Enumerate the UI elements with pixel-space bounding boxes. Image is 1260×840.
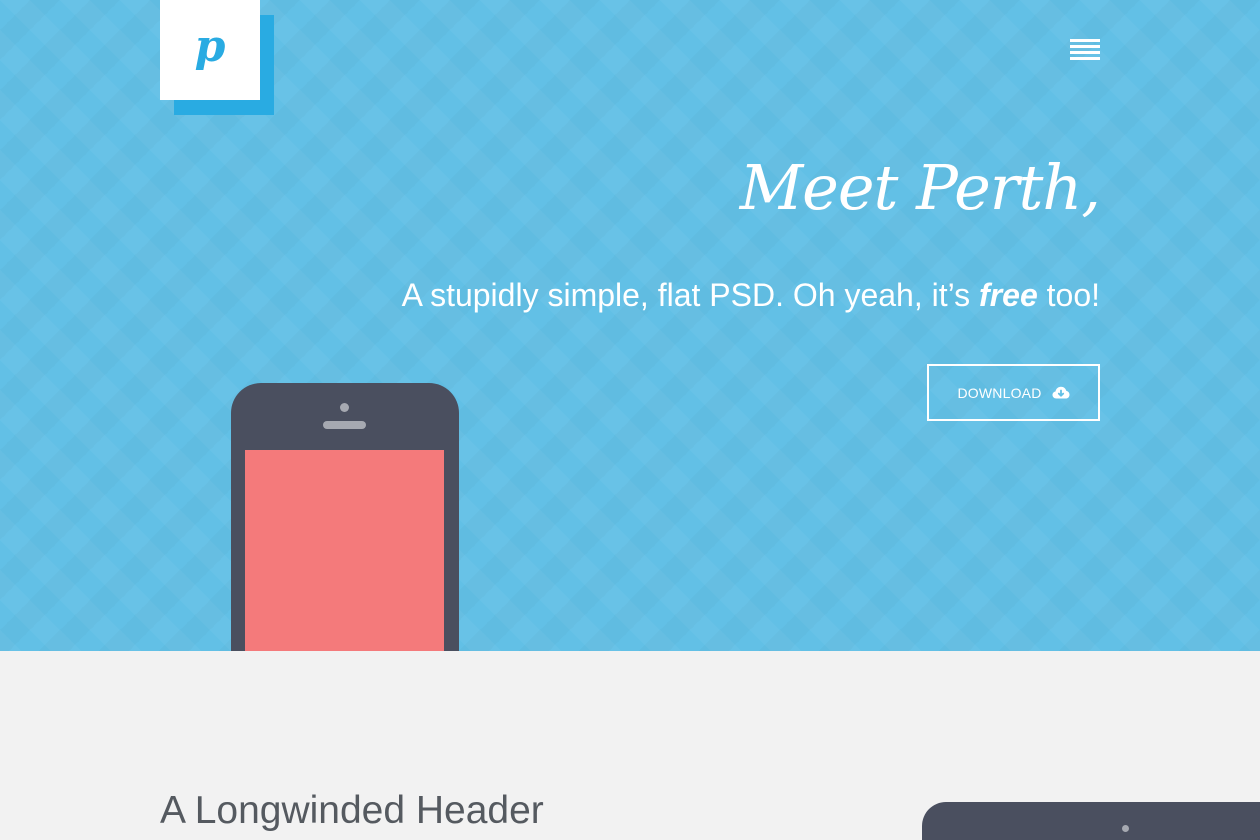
cloud-download-icon [1052,386,1070,400]
logo-letter: p [194,21,226,72]
hero-section: p Meet Perth, A stupidly simple, flat PS… [0,0,1260,651]
logo-tile: p [160,0,260,100]
phone-screen [245,450,444,651]
hamburger-menu-icon[interactable] [1068,38,1102,64]
hero-subtitle-end: too! [1037,277,1100,313]
phone-illustration [231,383,459,651]
download-button[interactable]: DOWNLOAD [927,364,1100,421]
hero-subtitle-text: A stupidly simple, flat PSD. Oh yeah, it… [401,277,980,313]
phone-speaker [323,421,366,429]
device-camera [1122,825,1129,832]
landing-page: p Meet Perth, A stupidly simple, flat PS… [0,0,1260,840]
download-button-label: DOWNLOAD [957,384,1042,401]
site-logo[interactable]: p [160,0,274,115]
device-illustration [922,802,1260,840]
hero-subtitle: A stupidly simple, flat PSD. Oh yeah, it… [402,276,1100,314]
hero-subtitle-emphasis: free [979,277,1038,313]
hero-title: Meet Perth, [739,151,1101,224]
phone-camera [340,403,349,412]
section-header: A Longwinded Header [160,789,544,832]
